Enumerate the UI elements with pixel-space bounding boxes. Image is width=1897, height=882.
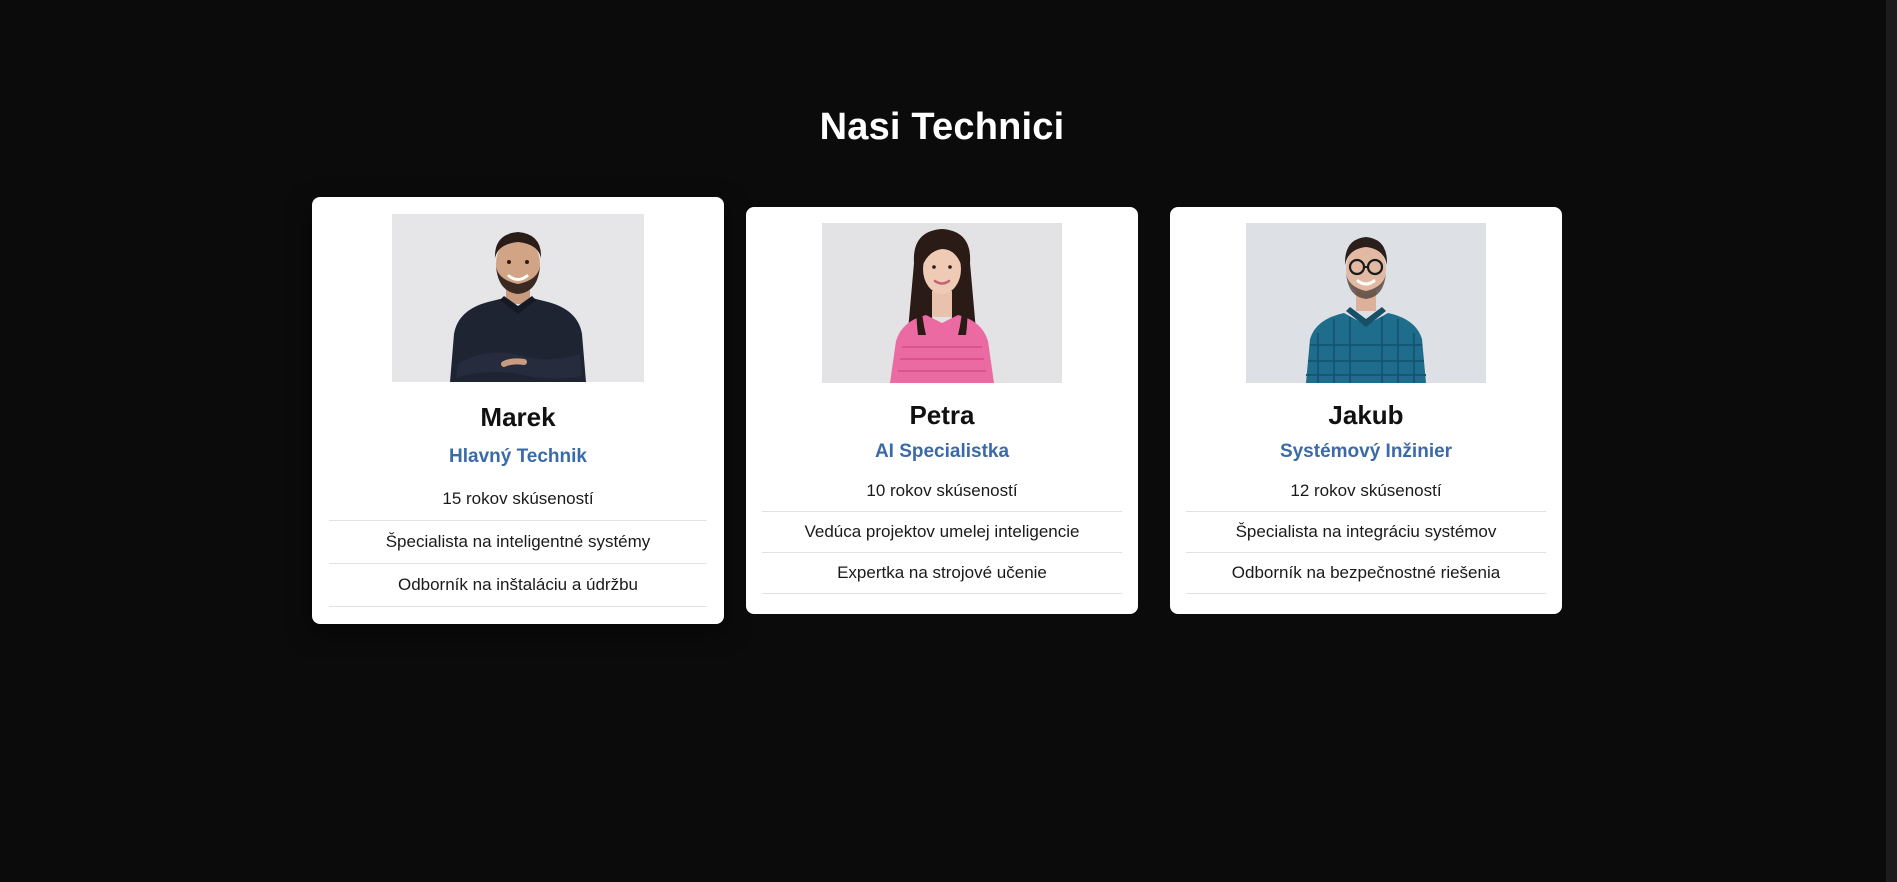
technician-facts-list: 15 rokov skúseností Špecialista na intel… [329,478,707,607]
fact-item: Špecialista na inteligentné systémy [329,521,707,564]
fact-item: 10 rokov skúseností [762,471,1122,512]
man-portrait-icon [392,214,644,382]
technician-photo-petra [822,223,1062,383]
page: Nasi Technici Marek Hlavný Technik 15 ro… [0,0,1897,882]
technician-facts-list: 12 rokov skúseností Špecialista na integ… [1186,471,1546,594]
technician-card-marek[interactable]: Marek Hlavný Technik 15 rokov skúseností… [312,197,724,624]
man-glasses-portrait-icon [1246,223,1486,383]
technician-photo-marek [392,214,644,382]
fact-item: Odborník na inštaláciu a údržbu [329,564,707,607]
technician-name: Petra [909,400,975,430]
fact-item: Expertka na strojové učenie [762,553,1122,594]
technician-card-petra[interactable]: Petra AI Specialistka 10 rokov skúsenost… [746,207,1138,614]
technician-photo-jakub [1246,223,1486,383]
technician-facts-list: 10 rokov skúseností Vedúca projektov ume… [762,471,1122,594]
fact-item: 12 rokov skúseností [1186,471,1546,512]
technician-name: Marek [480,402,556,432]
fact-item: Špecialista na integráciu systémov [1186,512,1546,553]
fact-item: 15 rokov skúseností [329,478,707,521]
woman-portrait-icon [822,223,1062,383]
technician-role: AI Specialistka [874,441,1010,462]
technician-name: Jakub [1328,400,1404,430]
scrollbar-track[interactable] [1886,0,1897,882]
fact-item: Vedúca projektov umelej inteligencie [762,512,1122,553]
technician-card-jakub[interactable]: Jakub Systémový Inžinier 12 rokov skúsen… [1170,207,1562,614]
technician-role: Systémový Inžinier [1279,441,1453,462]
fact-item: Odborník na bezpečnostné riešenia [1186,553,1546,594]
technician-role: Hlavný Technik [449,446,587,467]
section-title: Nasi Technici [819,106,1065,148]
